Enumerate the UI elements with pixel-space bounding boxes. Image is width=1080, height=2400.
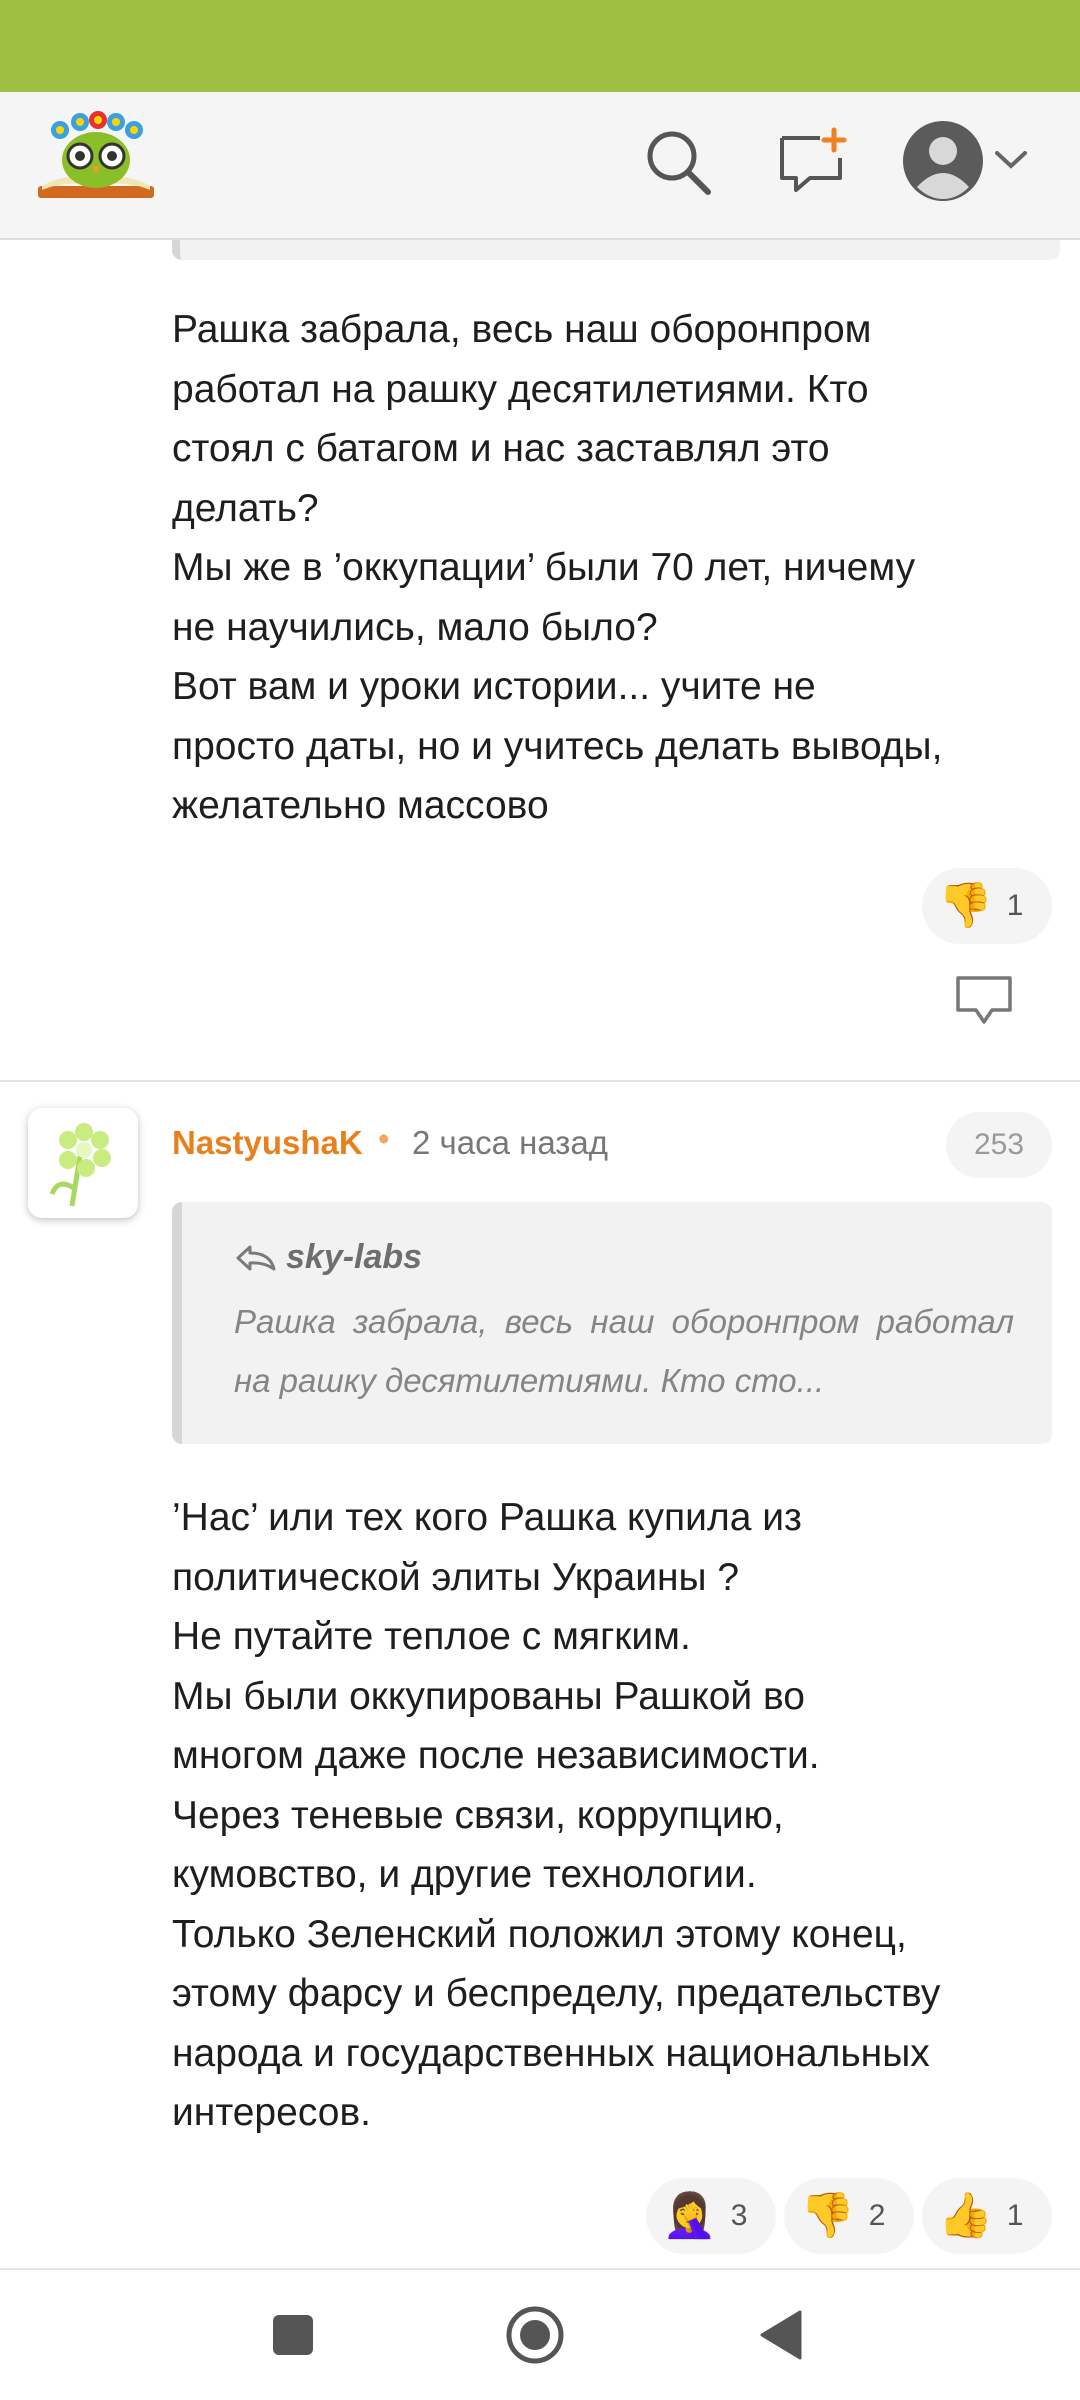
system-navigation-bar bbox=[0, 2268, 1080, 2400]
reaction-like[interactable]: 👍 1 bbox=[922, 2178, 1052, 2254]
thumbs-up-icon: 👍 bbox=[938, 2191, 993, 2240]
separator-dot: • bbox=[378, 1120, 390, 1157]
owl-on-book-logo[interactable] bbox=[34, 108, 158, 208]
new-comment-icon[interactable] bbox=[772, 122, 852, 202]
search-icon[interactable] bbox=[638, 122, 718, 202]
avatar[interactable] bbox=[28, 1108, 138, 1218]
comment-text: Рашка забрала, весь наш оборонпром работ… bbox=[172, 308, 943, 827]
comments-feed[interactable]: Рашка забрала, весь наш оборонпром работ… bbox=[0, 240, 1080, 2268]
reaction-dislike[interactable]: 👎 1 bbox=[922, 868, 1052, 944]
quote-box-fragment bbox=[172, 240, 1060, 260]
app-header bbox=[0, 92, 1080, 240]
comment-time: 2 часа назад bbox=[412, 1124, 609, 1161]
reply-arrow-icon bbox=[236, 1245, 276, 1270]
quote-author-name: sky-labs bbox=[286, 1238, 423, 1276]
facepalm-icon: 🤦‍♀️ bbox=[662, 2191, 717, 2240]
reaction-facepalm[interactable]: 🤦‍♀️ 3 bbox=[646, 2178, 776, 2254]
reaction-dislike[interactable]: 👎 2 bbox=[784, 2178, 914, 2254]
chevron-down-icon[interactable] bbox=[994, 150, 1028, 175]
quote-author: sky-labs bbox=[234, 1238, 422, 1277]
reply-icon[interactable] bbox=[952, 972, 1016, 1028]
thumbs-down-icon: 👎 bbox=[800, 2191, 855, 2240]
back-icon[interactable] bbox=[746, 2300, 816, 2370]
user-avatar-icon[interactable] bbox=[898, 116, 988, 206]
recent-apps-icon[interactable] bbox=[258, 2300, 328, 2370]
reaction-count: 1 bbox=[1006, 2199, 1024, 2232]
quote-box[interactable]: sky-labs Рашка забрала, весь наш оборонп… bbox=[172, 1202, 1052, 1444]
home-icon[interactable] bbox=[500, 2300, 570, 2370]
thumbs-down-icon: 👎 bbox=[938, 881, 993, 930]
reaction-count: 3 bbox=[730, 2199, 748, 2232]
reaction-count: 1 bbox=[1006, 889, 1024, 922]
comment-author[interactable]: NastyushaK bbox=[172, 1124, 363, 1162]
divider bbox=[0, 1080, 1080, 1082]
comment-text: ’Нас’ или тех кого Рашка купила из полит… bbox=[172, 1496, 941, 2134]
status-bar bbox=[0, 0, 1080, 92]
quote-text: Рашка забрала, весь наш оборонпром работ… bbox=[234, 1303, 1014, 1399]
reaction-count: 2 bbox=[868, 2199, 886, 2232]
rating-badge: 253 bbox=[946, 1112, 1052, 1178]
